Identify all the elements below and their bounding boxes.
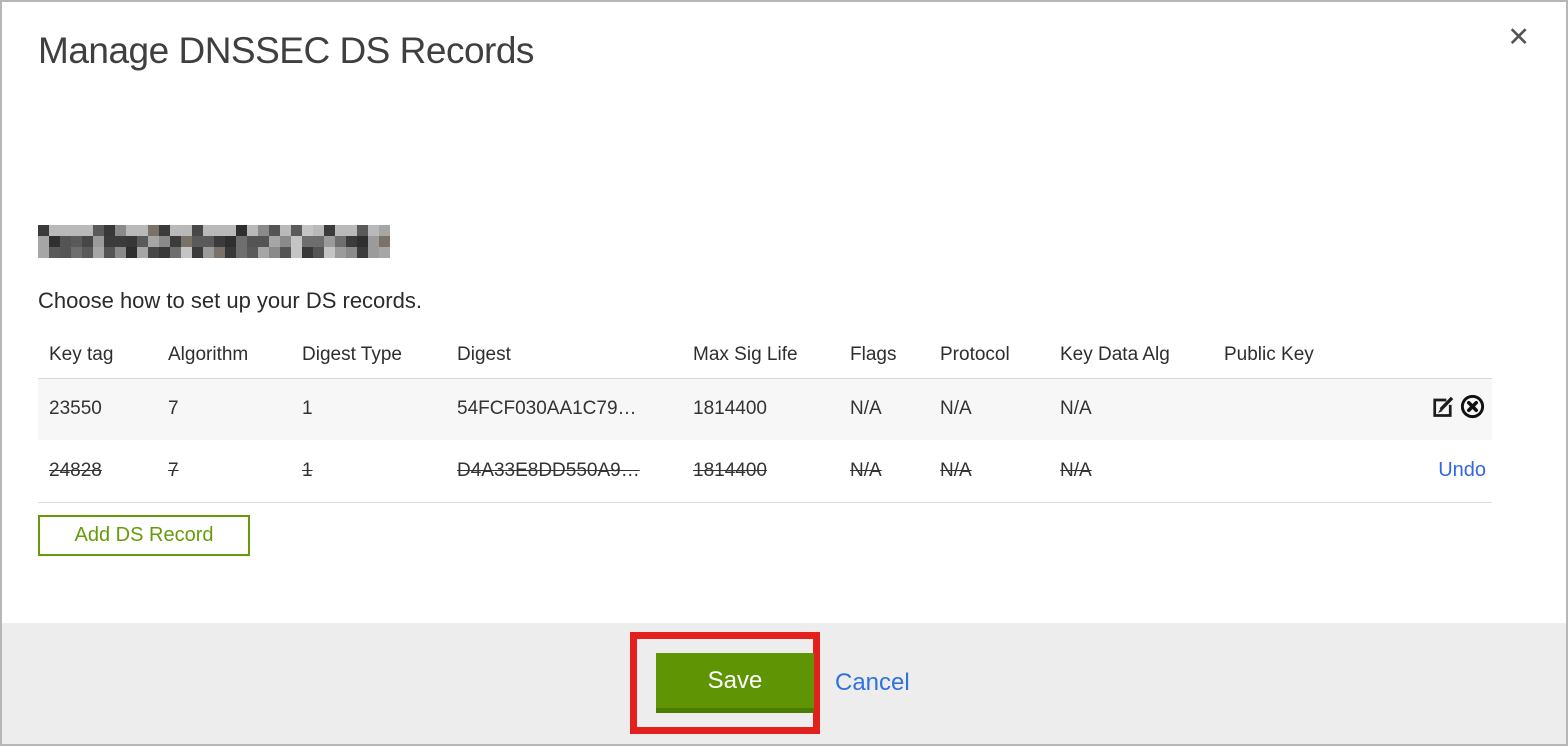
table-row: 23550 7 1 54FCF030AA1C79… 1814400 N/A N/… [38,378,1492,440]
add-ds-record-button[interactable]: Add DS Record [38,515,250,556]
cell-key-tag: 24828 [38,440,157,503]
ds-records-table: Key tag Algorithm Digest Type Digest Max… [38,332,1492,503]
close-icon[interactable]: ✕ [1507,24,1530,51]
col-header-actions [1363,332,1492,379]
cell-public-key [1213,440,1363,503]
cell-key-data-alg: N/A [1049,440,1213,503]
col-header-algorithm: Algorithm [157,332,291,379]
dialog-footer: Save Cancel [2,623,1566,744]
row-actions [1363,378,1492,440]
instruction-text: Choose how to set up your DS records. [38,288,422,313]
edit-record-icon[interactable] [1430,393,1457,420]
cell-algorithm: 7 [157,440,291,503]
col-header-digest: Digest [446,332,682,379]
col-header-key-tag: Key tag [38,332,157,379]
table-header-row: Key tag Algorithm Digest Type Digest Max… [38,332,1492,379]
save-button[interactable]: Save [656,653,814,713]
col-header-key-data-alg: Key Data Alg [1049,332,1213,379]
cell-key-data-alg: N/A [1049,378,1213,440]
cell-flags: N/A [839,440,929,503]
col-header-max-sig-life: Max Sig Life [682,332,839,379]
col-header-public-key: Public Key [1213,332,1363,379]
cell-max-sig-life: 1814400 [682,378,839,440]
cell-digest: D4A33E8DD550A9… [446,440,682,503]
cancel-link[interactable]: Cancel [835,669,910,697]
cell-public-key [1213,378,1363,440]
col-header-protocol: Protocol [929,332,1049,379]
cell-digest-type: 1 [291,440,446,503]
col-header-flags: Flags [839,332,929,379]
col-header-digest-type: Digest Type [291,332,446,379]
cell-algorithm: 7 [157,378,291,440]
table-row-deleted: 24828 7 1 D4A33E8DD550A9… 1814400 N/A N/… [38,440,1492,503]
undo-link[interactable]: Undo [1438,459,1486,481]
delete-record-icon[interactable] [1459,393,1486,420]
cell-digest-type: 1 [291,378,446,440]
cell-digest: 54FCF030AA1C79… [446,378,682,440]
cell-max-sig-life: 1814400 [682,440,839,503]
cell-key-tag: 23550 [38,378,157,440]
cell-protocol: N/A [929,440,1049,503]
redacted-domain-name [38,225,390,258]
page-title: Manage DNSSEC DS Records [38,30,534,71]
cell-flags: N/A [839,378,929,440]
dnssec-dialog: Manage DNSSEC DS Records ✕ Choose how to… [0,0,1568,746]
cell-protocol: N/A [929,378,1049,440]
row-actions: Undo [1363,440,1492,503]
